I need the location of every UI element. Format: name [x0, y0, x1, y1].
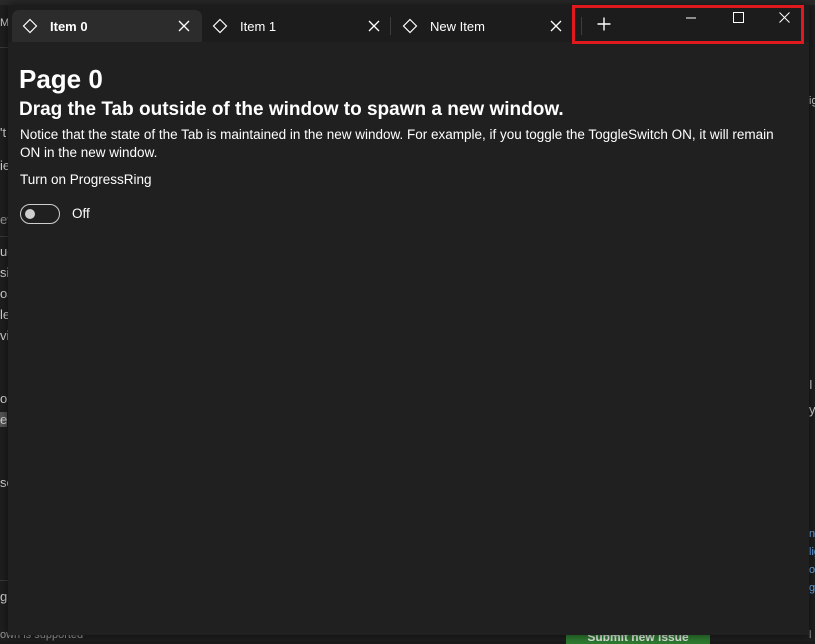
plus-icon: [597, 17, 611, 36]
maximize-icon: [732, 10, 744, 28]
close-icon: [778, 10, 790, 28]
background-text: e: [0, 412, 8, 427]
minimize-icon: [686, 10, 696, 28]
tab-window: Item 0 Item 1 New Item Page 0 Drag the T…: [8, 5, 809, 635]
toggle-state-label: Off: [72, 206, 90, 221]
background-text: ig: [809, 95, 815, 107]
tab-separator: [581, 17, 582, 35]
background-text: y: [809, 402, 815, 417]
background-text: I: [809, 377, 813, 392]
divider: [0, 236, 8, 237]
diamond-icon: [212, 18, 228, 34]
background-link: g: [809, 582, 815, 594]
toggle-header: Turn on ProgressRing: [20, 172, 152, 187]
tab-content: Page 0 Drag the Tab outside of the windo…: [8, 42, 809, 635]
background-link: oli: [809, 564, 815, 576]
tab-item-1[interactable]: Item 1: [202, 10, 392, 42]
tab-label: New Item: [430, 18, 485, 34]
tab-new-item[interactable]: New Item: [392, 10, 574, 42]
tab-item-0[interactable]: Item 0: [12, 10, 202, 42]
tab-strip: Item 0 Item 1 New Item: [8, 5, 809, 42]
close-window-button[interactable]: [761, 5, 807, 33]
progressring-toggle-switch[interactable]: [20, 204, 60, 224]
tab-label: Item 1: [240, 18, 277, 34]
diamond-icon: [22, 18, 38, 34]
background-text: o: [0, 391, 8, 406]
tab-separator: [390, 17, 391, 35]
page-title: Page 0: [19, 64, 103, 94]
background-text: l: [809, 629, 812, 641]
divider: [0, 580, 8, 581]
diamond-icon: [402, 18, 418, 34]
background-link: ng: [809, 528, 815, 540]
toggle-knob: [25, 209, 35, 219]
close-icon[interactable]: [544, 14, 568, 38]
close-icon[interactable]: [362, 14, 386, 38]
add-tab-button[interactable]: [592, 13, 616, 39]
page-subtitle: Drag the Tab outside of the window to sp…: [19, 99, 564, 120]
description-text: Notice that the state of the Tab is main…: [20, 127, 774, 160]
maximize-button[interactable]: [715, 5, 761, 33]
minimize-button[interactable]: [668, 5, 714, 33]
background-text: g: [0, 589, 8, 604]
close-icon[interactable]: [172, 14, 196, 38]
divider: [0, 47, 8, 48]
background-text: 't: [0, 125, 7, 140]
tab-label: Item 0: [50, 18, 88, 34]
background-link: lig: [809, 546, 815, 558]
